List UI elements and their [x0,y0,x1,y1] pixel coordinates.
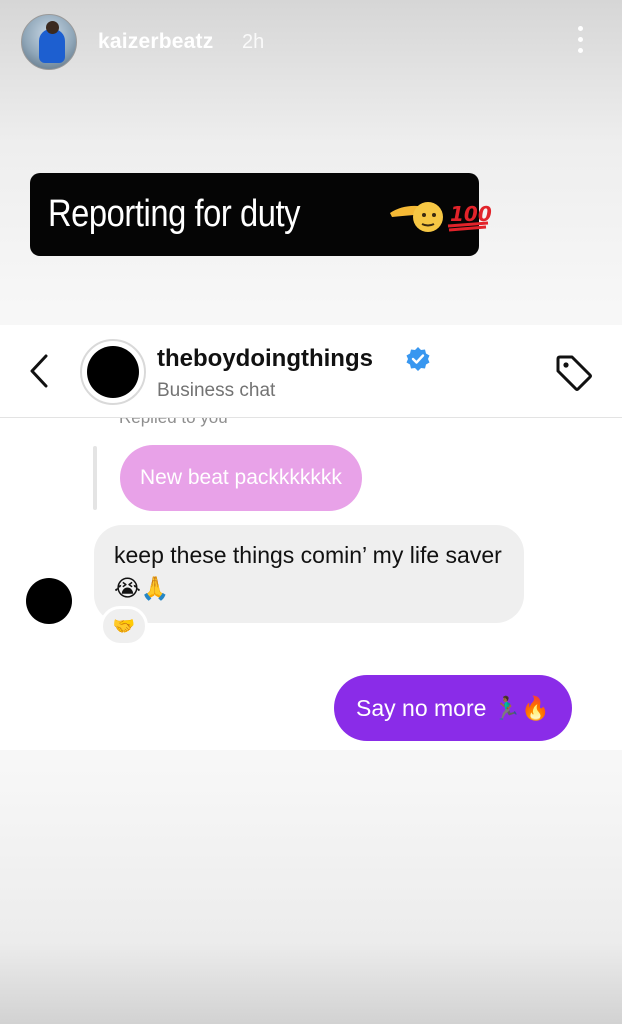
contact-name[interactable]: theboydoingthings [157,345,373,373]
chevron-left-icon[interactable] [26,353,52,389]
avatar-figure [39,29,65,63]
contact-avatar[interactable] [80,339,146,405]
reply-quote-bubble[interactable]: New beat packkkkkkk [120,445,362,511]
chat-subtitle: Business chat [157,380,276,401]
incoming-message[interactable]: keep these things comin’ my life saver 😭… [94,525,524,623]
story-time: 2h [242,31,265,53]
tag-icon[interactable] [554,353,594,393]
story-username[interactable]: kaizerbeatz [98,30,213,54]
story-avatar[interactable] [21,14,77,70]
message-thread[interactable]: Replied to you New beat packkkkkkk keep … [0,418,622,750]
reply-quote-bar [93,446,97,510]
sender-avatar[interactable] [26,578,72,624]
handshake-reaction-icon[interactable]: 🤝 [100,606,148,646]
avatar-head [46,21,59,34]
replied-label: Replied to you [119,418,228,428]
saluting-face-hundred-points-icon: 100 [390,202,492,232]
verified-badge-icon [406,347,430,371]
caption-sticker: Reporting for duty 100 [30,173,492,256]
story-header: kaizerbeatz 2h [0,0,622,90]
dm-screenshot: theboydoingthings Business chat Replied … [0,325,622,750]
outgoing-message[interactable]: Say no more 🏃🏾‍♂️🔥 [334,675,573,741]
more-vertical-icon[interactable] [570,26,590,58]
caption-text: Reporting for duty [48,193,301,235]
chat-header: theboydoingthings Business chat [0,325,622,418]
